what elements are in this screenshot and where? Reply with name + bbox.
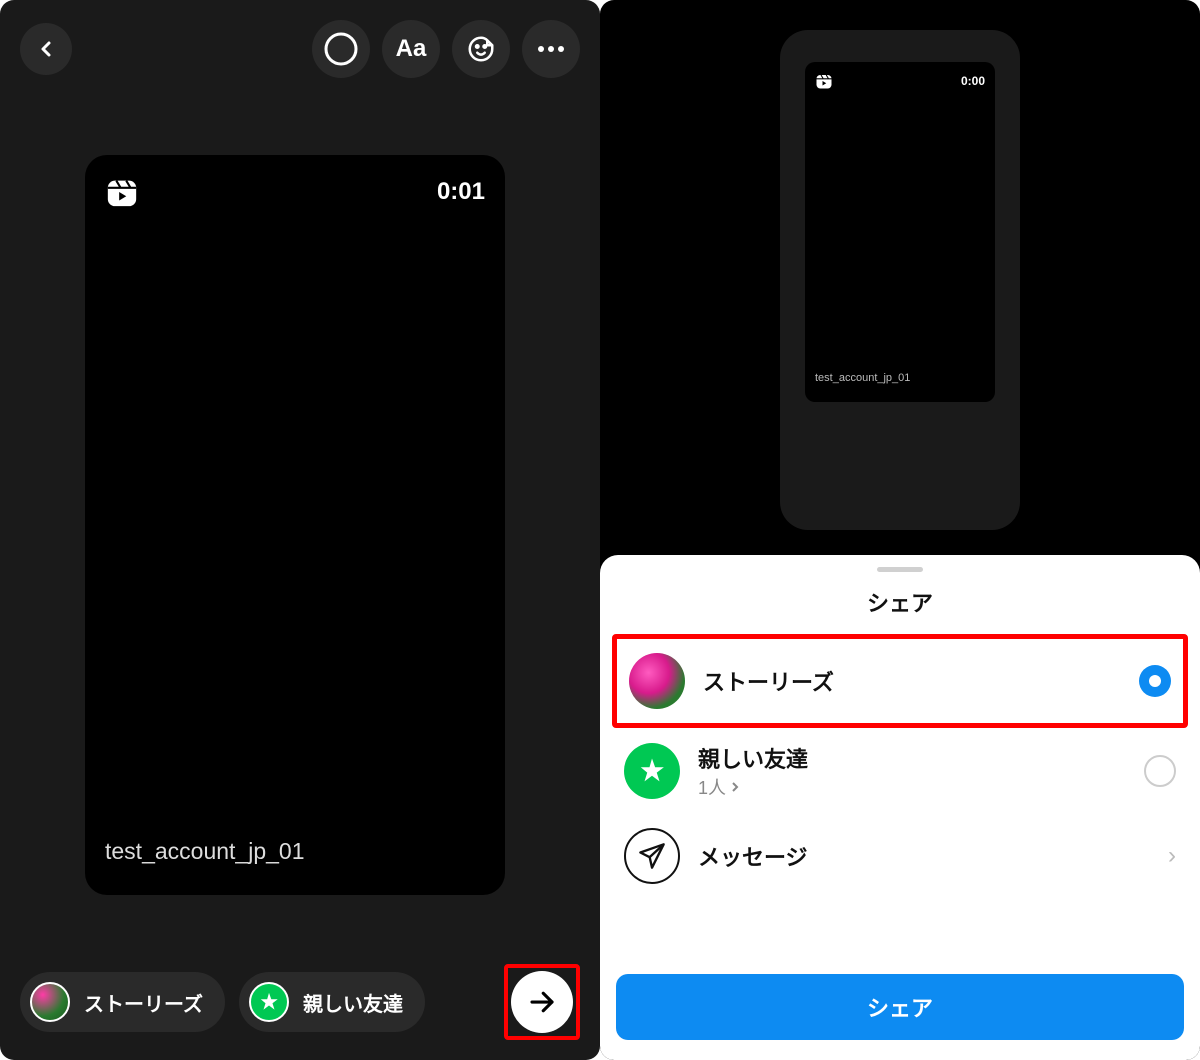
- editor-toolbar: Aa: [0, 0, 600, 98]
- story-preview-card[interactable]: 0:01 test_account_jp_01: [85, 155, 505, 895]
- preview-header: 0:01: [105, 175, 485, 209]
- more-dots-icon: [537, 45, 565, 53]
- stories-option-label: ストーリーズ: [703, 665, 1121, 697]
- share-option-close-friends[interactable]: 親しい友達 1人: [612, 728, 1188, 814]
- next-button-highlight: [504, 964, 580, 1040]
- chevron-left-icon: [34, 37, 58, 61]
- messages-icon-circle: [624, 828, 680, 884]
- circle-outline-icon: [323, 31, 359, 67]
- share-preview-area: 0:00 test_account_jp_01: [600, 0, 1200, 560]
- draw-button[interactable]: [312, 20, 370, 78]
- share-sheet: シェア ストーリーズ 親しい友達 1人: [600, 555, 1200, 1060]
- share-option-stories[interactable]: ストーリーズ: [617, 639, 1183, 723]
- text-tool-button[interactable]: Aa: [382, 20, 440, 78]
- stories-chip-label: ストーリーズ: [84, 988, 203, 1017]
- post-to-stories-chip[interactable]: ストーリーズ: [20, 972, 225, 1032]
- reels-icon: [815, 72, 833, 90]
- user-avatar-icon: [629, 653, 685, 709]
- post-to-close-friends-chip[interactable]: 親しい友達: [239, 972, 425, 1032]
- close-friends-option-label: 親しい友達: [698, 742, 1126, 774]
- reels-icon: [105, 175, 139, 209]
- messages-option-label: メッセージ: [698, 840, 1150, 872]
- share-option-messages[interactable]: メッセージ ›: [612, 814, 1188, 898]
- share-button[interactable]: シェア: [616, 974, 1184, 1040]
- close-friends-chip-label: 親しい友達: [303, 988, 403, 1017]
- chevron-right-icon: [730, 781, 740, 793]
- mini-timestamp: 0:00: [961, 74, 985, 88]
- sticker-icon: [466, 34, 496, 64]
- story-editor-pane: Aa 0:01 test_account_jp_01 ストーリーズ 親しい友達: [0, 0, 600, 1060]
- chevron-right-icon: ›: [1168, 842, 1176, 870]
- sheet-title: シェア: [600, 586, 1200, 618]
- radio-unselected-icon[interactable]: [1144, 755, 1176, 787]
- back-button[interactable]: [20, 23, 72, 75]
- more-button[interactable]: [522, 20, 580, 78]
- share-button-wrap: シェア: [600, 950, 1200, 1060]
- next-button[interactable]: [511, 971, 573, 1033]
- preview-timestamp: 0:01: [437, 178, 485, 206]
- text-tool-icon: Aa: [396, 35, 427, 63]
- stories-option-highlight: ストーリーズ: [612, 634, 1188, 728]
- bottom-actions: ストーリーズ 親しい友達: [0, 964, 600, 1040]
- close-friends-icon: [249, 982, 289, 1022]
- mini-story-preview: 0:00 test_account_jp_01: [805, 62, 995, 402]
- send-icon: [638, 842, 666, 870]
- phone-mockup: 0:00 test_account_jp_01: [780, 30, 1020, 530]
- sticker-button[interactable]: [452, 20, 510, 78]
- share-options-list: ストーリーズ 親しい友達 1人: [600, 634, 1200, 898]
- close-friends-icon: [624, 743, 680, 799]
- close-friends-sublabel: 1人: [698, 774, 1126, 800]
- mini-username: test_account_jp_01: [815, 372, 910, 384]
- radio-selected-icon[interactable]: [1139, 665, 1171, 697]
- user-avatar-icon: [30, 982, 70, 1022]
- arrow-right-icon: [527, 987, 557, 1017]
- sheet-drag-handle[interactable]: [877, 567, 923, 572]
- share-sheet-pane: 0:00 test_account_jp_01 シェア ストーリーズ: [600, 0, 1200, 1060]
- preview-username: test_account_jp_01: [105, 838, 305, 865]
